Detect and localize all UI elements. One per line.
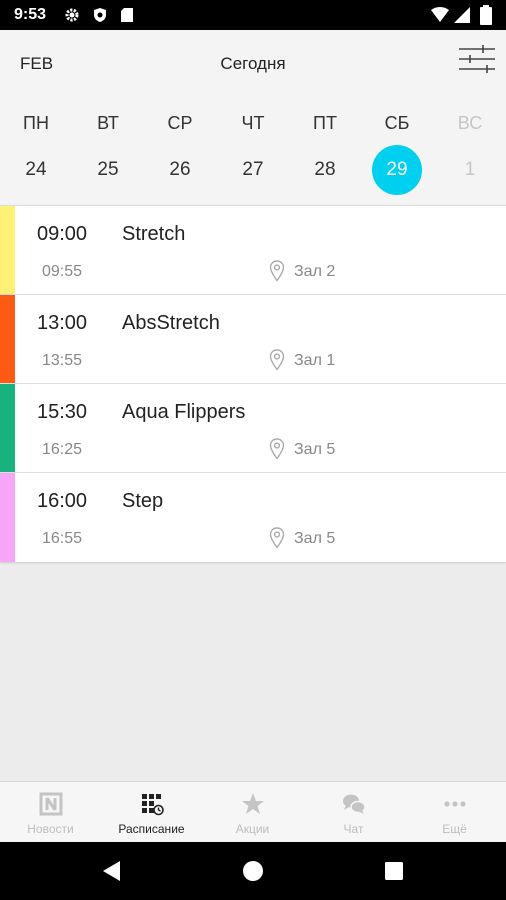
weekday-sun: ВС	[457, 113, 483, 133]
weekday-thu: ЧТ	[241, 113, 265, 133]
class-start-time: 13:00	[37, 312, 88, 334]
date-27[interactable]: 27	[228, 145, 278, 195]
class-end-time: 13:55	[42, 352, 83, 369]
battery-icon	[480, 5, 492, 25]
nav-promotions[interactable]: Акции	[202, 782, 303, 843]
nav-news[interactable]: Новости	[0, 782, 101, 843]
date-28[interactable]: 28	[300, 145, 350, 195]
weekday-mon: ПН	[23, 113, 49, 133]
signal-icon	[454, 7, 470, 23]
class-color-bar	[0, 295, 15, 383]
class-color-bar	[0, 473, 15, 562]
gear-icon	[65, 8, 79, 22]
class-title: Aqua Flippers	[122, 401, 246, 423]
class-row[interactable]: 13:00 AbsStretch 13:55 Зал 1	[0, 295, 506, 384]
class-start-time: 15:30	[37, 401, 88, 423]
nav-more-label: Ещё	[442, 822, 467, 836]
status-bar: 9:53	[0, 0, 506, 30]
sd-card-icon	[121, 8, 133, 22]
location-pin-icon	[269, 527, 285, 549]
class-title: Step	[122, 490, 164, 512]
location-pin-icon	[269, 260, 285, 282]
home-icon[interactable]	[241, 859, 265, 883]
date-26[interactable]: 26	[155, 145, 205, 195]
class-end-time: 16:55	[42, 530, 83, 547]
month-label: FEB	[20, 54, 54, 73]
weekday-tue: ВТ	[97, 113, 119, 133]
class-row[interactable]: 09:00 Stretch 09:55 Зал 2	[0, 206, 506, 295]
class-list: 09:00 Stretch 09:55 Зал 2 13:00 AbsStret…	[0, 205, 506, 562]
back-icon[interactable]	[100, 859, 124, 883]
wifi-icon	[431, 7, 449, 22]
status-time: 9:53	[14, 6, 47, 23]
location-pin-icon	[269, 438, 285, 460]
class-color-bar	[0, 206, 15, 294]
schedule-icon	[142, 794, 164, 816]
shield-icon	[94, 8, 106, 22]
class-room: Зал 1	[294, 352, 336, 369]
more-icon	[444, 801, 466, 807]
sliders-icon[interactable]	[456, 42, 498, 76]
calendar-header: FEB Сегодня ПН ВТ СР ЧТ ПТ СБ ВС 24 25 2…	[0, 30, 506, 205]
date-1[interactable]: 1	[445, 145, 495, 195]
star-icon	[242, 793, 264, 814]
class-title: AbsStretch	[122, 312, 220, 334]
class-color-bar	[0, 384, 15, 472]
nav-chat-label: Чат	[343, 822, 364, 836]
system-nav-bar	[0, 842, 506, 900]
nav-schedule-label: Расписание	[118, 822, 185, 836]
class-start-time: 16:00	[37, 490, 88, 512]
recents-icon[interactable]	[382, 859, 406, 883]
class-title: Stretch	[122, 223, 186, 245]
class-room: Зал 5	[294, 441, 336, 458]
nav-chat[interactable]: Чат	[303, 782, 404, 843]
class-row[interactable]: 15:30 Aqua Flippers 16:25 Зал 5	[0, 384, 506, 473]
weekday-sat: СБ	[384, 113, 410, 133]
weekday-fri: ПТ	[313, 113, 337, 133]
class-end-time: 09:55	[42, 263, 83, 280]
today-button[interactable]: Сегодня	[220, 54, 285, 73]
date-25[interactable]: 25	[83, 145, 133, 195]
class-room: Зал 5	[294, 530, 336, 547]
class-end-time: 16:25	[42, 441, 83, 458]
location-pin-icon	[269, 349, 285, 371]
nav-news-label: Новости	[27, 822, 74, 836]
nav-schedule[interactable]: Расписание	[101, 782, 202, 843]
news-icon	[39, 792, 63, 816]
date-29-selected[interactable]: 29	[372, 145, 422, 195]
class-room: Зал 2	[294, 263, 336, 280]
chat-icon	[343, 794, 366, 814]
nav-more[interactable]: Ещё	[404, 782, 505, 843]
class-start-time: 09:00	[37, 223, 88, 245]
bottom-nav: Новости Расписание Акции Чат Ещё	[0, 781, 506, 842]
date-24[interactable]: 24	[11, 145, 61, 195]
nav-promotions-label: Акции	[235, 822, 270, 836]
weekday-wed: СР	[167, 113, 193, 133]
class-row[interactable]: 16:00 Step 16:55 Зал 5	[0, 473, 506, 562]
